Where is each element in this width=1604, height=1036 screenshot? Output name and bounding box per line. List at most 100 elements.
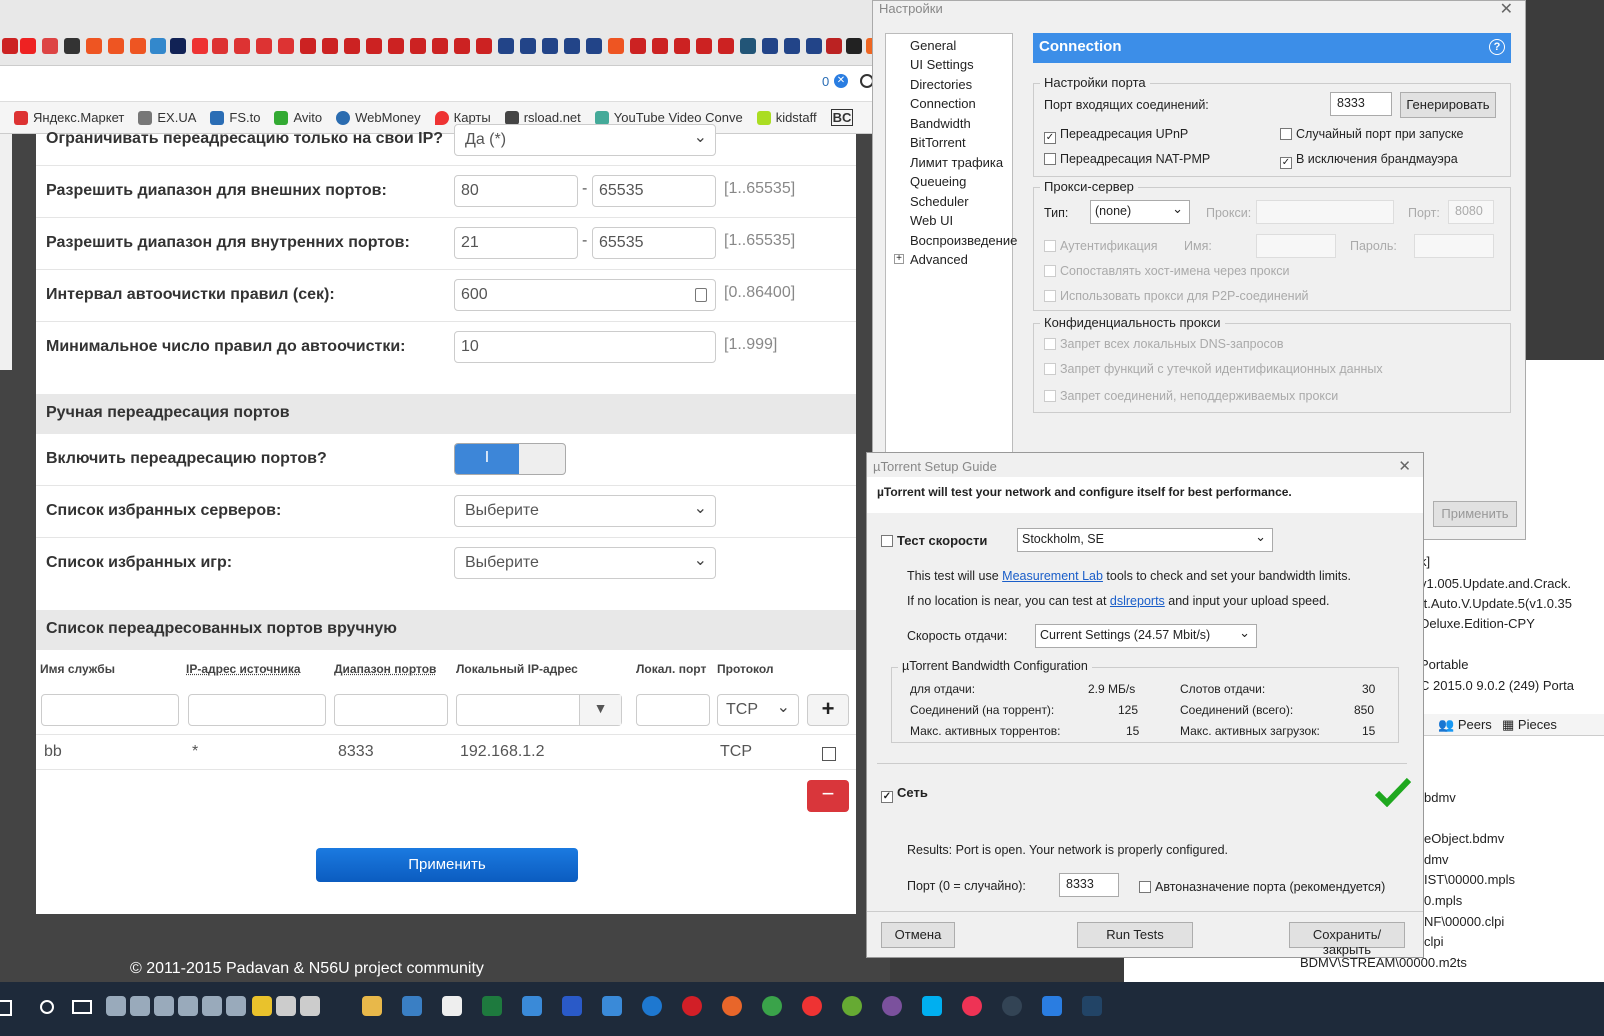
extension-icon[interactable] (322, 38, 338, 54)
internal-port-to-input[interactable]: 65535 (592, 227, 716, 259)
bookmark-kidstaff[interactable]: kidstaff (756, 110, 817, 125)
close-icon[interactable]: ✕ (834, 74, 848, 88)
taskbar-app-icon[interactable] (202, 996, 222, 1016)
new-protocol-select[interactable]: TCP (717, 694, 799, 726)
file-item[interactable]: clpi (1424, 934, 1444, 949)
random-port-checkbox[interactable]: Случайный порт при запуске (1280, 127, 1464, 141)
internal-port-from-input[interactable]: 21 (454, 227, 578, 259)
extension-icon[interactable] (366, 38, 382, 54)
taskbar-app-icon[interactable] (402, 996, 422, 1016)
excel-icon[interactable] (482, 996, 502, 1016)
external-port-from-input[interactable]: 80 (454, 175, 578, 207)
incoming-port-input[interactable]: 8333 (1330, 92, 1392, 116)
task-view-icon[interactable] (72, 1000, 92, 1014)
settings-apply-button[interactable]: Применить (1433, 501, 1517, 527)
extension-icon[interactable] (432, 38, 448, 54)
taskbar-app-icon[interactable] (842, 996, 862, 1016)
bookmark-exua[interactable]: EX.UA (138, 110, 196, 125)
extension-icon[interactable] (740, 38, 756, 54)
close-icon[interactable]: ✕ (1500, 0, 1513, 19)
tree-item-bandwidth[interactable]: Bandwidth (910, 116, 971, 131)
speed-test-checkbox[interactable]: Тест скорости (881, 533, 987, 548)
search-icon[interactable] (40, 1000, 54, 1014)
yandex-icon[interactable] (802, 996, 822, 1016)
new-port-range-input[interactable] (334, 694, 448, 726)
help-icon[interactable]: ? (1489, 39, 1505, 55)
steam-icon[interactable] (1002, 996, 1022, 1016)
col-source-ip[interactable]: IP-адрес источника (186, 662, 301, 676)
fav-servers-select[interactable]: Выберите (454, 495, 716, 527)
extension-icon[interactable] (630, 38, 646, 54)
extension-icon[interactable] (20, 38, 36, 54)
store-icon[interactable] (442, 996, 462, 1016)
firefox-icon[interactable] (722, 996, 742, 1016)
torrent-list-item[interactable]: Portable (1420, 657, 1468, 672)
extension-icon[interactable] (300, 38, 316, 54)
extension-icon[interactable] (388, 38, 404, 54)
taskbar-app-icon[interactable] (562, 996, 582, 1016)
file-item[interactable]: NF\00000.clpi (1424, 914, 1504, 929)
extension-icon[interactable] (718, 38, 734, 54)
extension-icon[interactable] (608, 38, 624, 54)
star-icon[interactable] (252, 996, 272, 1016)
hostnames-checkbox[interactable]: Сопоставлять хост-имена через прокси (1044, 264, 1289, 278)
taskbar-app-icon[interactable] (106, 996, 126, 1016)
extension-icon[interactable] (476, 38, 492, 54)
bookmark-rsload[interactable]: rsload.net (504, 110, 581, 125)
tree-item-web-ui[interactable]: Web UI (910, 213, 953, 228)
extension-icon[interactable] (762, 38, 778, 54)
taskbar-app-icon[interactable] (178, 996, 198, 1016)
add-rule-button[interactable]: + (807, 694, 849, 726)
save-close-button[interactable]: Сохранить/закрыть (1289, 922, 1405, 957)
skype-icon[interactable] (922, 996, 942, 1016)
tree-item-advanced[interactable]: Advanced (910, 252, 968, 267)
taskbar-app-icon[interactable] (300, 996, 320, 1016)
extension-icon[interactable] (192, 38, 208, 54)
extension-icon[interactable] (212, 38, 228, 54)
proxy-port-input[interactable]: 8080 (1448, 200, 1494, 224)
folder-icon[interactable] (362, 996, 382, 1016)
extension-icon[interactable] (652, 38, 668, 54)
p2p-proxy-checkbox[interactable]: Использовать прокси для P2P-соединений (1044, 289, 1309, 303)
external-port-to-input[interactable]: 65535 (592, 175, 716, 207)
chrome-icon[interactable] (762, 996, 782, 1016)
measurement-lab-link[interactable]: Measurement Lab (1002, 569, 1103, 583)
extension-icon[interactable] (256, 38, 272, 54)
extension-icon[interactable] (2, 38, 18, 54)
restrict-ip-select[interactable]: Да (*) (454, 124, 716, 156)
extension-icon[interactable] (344, 38, 360, 54)
proxy-password-input[interactable] (1414, 234, 1494, 258)
cleanup-interval-input[interactable]: 600 (454, 279, 716, 311)
extension-icon[interactable] (806, 38, 822, 54)
new-source-ip-input[interactable] (188, 694, 326, 726)
min-rules-input[interactable]: 10 (454, 331, 716, 363)
file-item[interactable]: bdmv (1424, 790, 1456, 805)
cancel-button[interactable]: Отмена (881, 922, 955, 948)
apply-button[interactable]: Применить (316, 848, 578, 882)
fav-games-select[interactable]: Выберите (454, 547, 716, 579)
extension-icon[interactable] (86, 38, 102, 54)
taskbar-app-icon[interactable] (276, 996, 296, 1016)
bookmark-bc[interactable]: BC (830, 109, 854, 126)
chevron-down-icon[interactable]: ▼ (579, 695, 621, 725)
extension-icon[interactable] (108, 38, 124, 54)
extension-icon[interactable] (410, 38, 426, 54)
dns-checkbox[interactable]: Запрет всех локальных DNS-запросов (1044, 337, 1284, 351)
edge-icon[interactable] (642, 996, 662, 1016)
proxy-user-input[interactable] (1256, 234, 1336, 258)
taskbar-app-icon[interactable] (602, 996, 622, 1016)
extension-icon[interactable] (234, 38, 250, 54)
extension-icon[interactable] (674, 38, 690, 54)
location-select[interactable]: Stockholm, SE (1017, 528, 1273, 552)
tree-item-traffic-limit[interactable]: Лимит трафика (910, 155, 1003, 170)
taskbar-app-icon[interactable] (1082, 996, 1102, 1016)
spinner-icon[interactable] (695, 288, 707, 302)
file-item[interactable]: dmv (1424, 852, 1449, 867)
file-item[interactable]: eObject.bdmv (1424, 831, 1504, 846)
extension-icon[interactable] (564, 38, 580, 54)
torrent-list-item[interactable]: C 2015.0 9.0.2 (249) Porta (1420, 678, 1574, 693)
taskbar-app-icon[interactable] (522, 996, 542, 1016)
col-port-range[interactable]: Диапазон портов (334, 662, 436, 676)
torrent-list-item[interactable]: v1.005.Update.and.Crack. (1420, 576, 1571, 591)
extension-icon[interactable] (784, 38, 800, 54)
